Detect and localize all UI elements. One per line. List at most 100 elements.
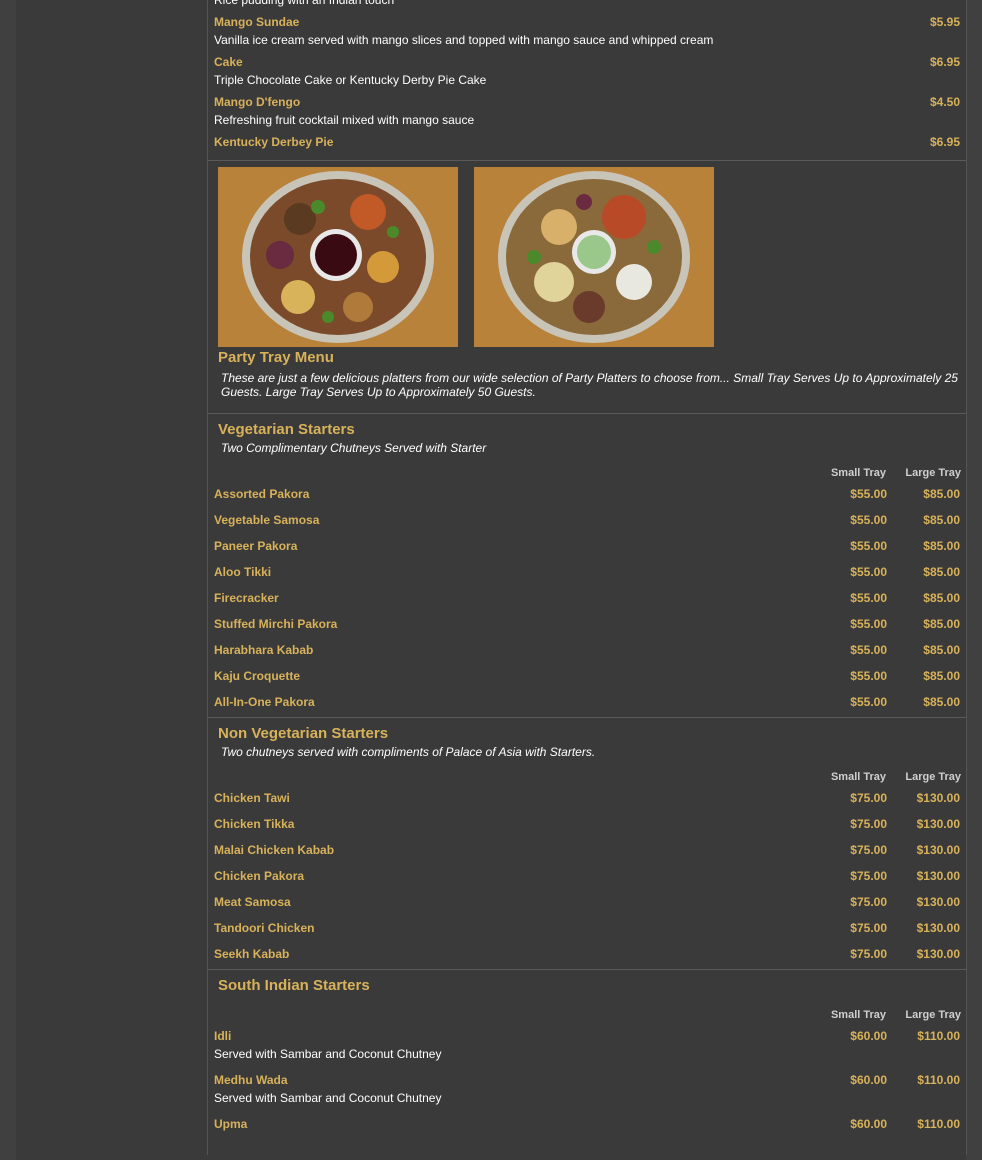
small-price: $55.00 xyxy=(850,565,887,579)
item-name: Assorted Pakora xyxy=(214,487,310,501)
small-price: $75.00 xyxy=(850,921,887,935)
item-name: Aloo Tikki xyxy=(214,565,272,579)
item-name: Chicken Tikka xyxy=(214,817,295,831)
large-price: $130.00 xyxy=(916,869,960,883)
nonveg-section-note: Two chutneys served with compliments of … xyxy=(221,745,596,759)
item-description: Served with Sambar and Coconut Chutney xyxy=(214,1047,442,1061)
menu-item: Kentucky Derbey Pie $6.95 xyxy=(208,132,966,160)
small-price: $55.00 xyxy=(850,513,887,527)
right-edge-strip xyxy=(966,0,982,1160)
large-price: $85.00 xyxy=(923,643,960,657)
party-tray-photo-1[interactable] xyxy=(218,167,458,347)
large-tray-header: Large Tray xyxy=(905,1009,961,1021)
item-name: Paneer Pakora xyxy=(214,539,298,553)
table-row: Assorted Pakora $55.00 $85.00 xyxy=(208,481,966,507)
table-row: Aloo Tikki $55.00 $85.00 xyxy=(208,559,966,585)
large-price: $130.00 xyxy=(916,817,960,831)
item-name: Malai Chicken Kabab xyxy=(214,843,335,857)
party-tray-title: Party Tray Menu xyxy=(218,349,334,366)
large-price: $85.00 xyxy=(923,695,960,709)
item-name: Stuffed Mirchi Pakora xyxy=(214,617,338,631)
item-name: Seekh Kabab xyxy=(214,947,290,961)
table-row: Tandoori Chicken $75.00 $130.00 xyxy=(208,915,966,941)
table-row: Malai Chicken Kabab $75.00 $130.00 xyxy=(208,837,966,863)
small-price: $55.00 xyxy=(850,487,887,501)
small-price: $55.00 xyxy=(850,617,887,631)
item-name: Meat Samosa xyxy=(214,895,291,909)
small-price: $55.00 xyxy=(850,539,887,553)
item-description: Vanilla ice cream served with mango slic… xyxy=(214,33,714,47)
left-sidebar xyxy=(16,0,206,1160)
table-row: Vegetable Samosa $55.00 $85.00 xyxy=(208,507,966,533)
item-name: Mango Sundae xyxy=(214,15,300,29)
large-tray-header: Large Tray xyxy=(905,467,961,479)
item-name: All-In-One Pakora xyxy=(214,695,315,709)
menu-item: Rice pudding with an Indian touch xyxy=(208,0,966,12)
large-price: $110.00 xyxy=(917,1117,960,1131)
item-description: Served with Sambar and Coconut Chutney xyxy=(214,1091,442,1105)
item-name: Chicken Tawi xyxy=(214,791,290,805)
item-name: Cake xyxy=(214,55,243,69)
small-price: $60.00 xyxy=(850,1073,887,1087)
item-name: Medhu Wada xyxy=(214,1073,288,1087)
table-row: Chicken Tawi $75.00 $130.00 xyxy=(208,785,966,811)
table-row: Harabhara Kabab $55.00 $85.00 xyxy=(208,637,966,663)
small-price: $55.00 xyxy=(850,695,887,709)
menu-content: Rice pudding with an Indian touch Mango … xyxy=(207,0,967,1155)
menu-item: Mango Sundae Vanilla ice cream served wi… xyxy=(208,12,966,52)
menu-item: Cake Triple Chocolate Cake or Kentucky D… xyxy=(208,52,966,92)
large-price: $85.00 xyxy=(923,513,960,527)
table-row: Paneer Pakora $55.00 $85.00 xyxy=(208,533,966,559)
large-price: $130.00 xyxy=(916,791,960,805)
veg-section-title: Vegetarian Starters xyxy=(218,421,355,438)
large-price: $130.00 xyxy=(916,947,960,961)
table-row: Stuffed Mirchi Pakora $55.00 $85.00 xyxy=(208,611,966,637)
item-name: Kaju Croquette xyxy=(214,669,301,683)
large-tray-header: Large Tray xyxy=(905,771,961,783)
item-description: Rice pudding with an Indian touch xyxy=(214,0,395,7)
small-price: $75.00 xyxy=(850,791,887,805)
small-tray-header: Small Tray xyxy=(830,771,886,783)
large-price: $130.00 xyxy=(916,921,960,935)
large-price: $130.00 xyxy=(916,843,960,857)
item-name: Mango D'fengo xyxy=(214,95,301,109)
item-price: $6.95 xyxy=(929,55,960,69)
large-price: $130.00 xyxy=(916,895,960,909)
item-price: $5.95 xyxy=(929,15,960,29)
column-headers: Small Tray Large Tray xyxy=(208,467,966,481)
item-name: Vegetable Samosa xyxy=(214,513,320,527)
party-tray-photo-2[interactable] xyxy=(474,167,714,347)
item-name: Harabhara Kabab xyxy=(214,643,314,657)
large-price: $85.00 xyxy=(923,617,960,631)
table-row: Idli Served with Sambar and Coconut Chutn… xyxy=(208,1023,966,1067)
small-price: $55.00 xyxy=(850,591,887,605)
small-price: $75.00 xyxy=(850,817,887,831)
item-name: Firecracker xyxy=(214,591,279,605)
party-tray-note: These are just a few delicious platters … xyxy=(221,371,958,399)
small-price: $75.00 xyxy=(850,947,887,961)
small-price: $75.00 xyxy=(850,869,887,883)
item-name: Kentucky Derbey Pie xyxy=(214,135,334,149)
large-price: $85.00 xyxy=(923,539,960,553)
large-price: $110.00 xyxy=(917,1029,960,1043)
large-price: $85.00 xyxy=(923,591,960,605)
party-tray-photos xyxy=(208,161,966,347)
table-row: Upma $60.00 $110.00 xyxy=(208,1111,966,1155)
veg-items: Assorted Pakora $55.00 $85.00 Vegetable Sa… xyxy=(208,481,966,715)
table-row: Firecracker $55.00 $85.00 xyxy=(208,585,966,611)
table-row: Kaju Croquette $55.00 $85.00 xyxy=(208,663,966,689)
table-row: Chicken Pakora $75.00 $130.00 xyxy=(208,863,966,889)
item-price: $4.50 xyxy=(929,95,960,109)
veg-section-note: Two Complimentary Chutneys Served with S… xyxy=(221,441,487,455)
nonveg-items: Chicken Tawi $75.00 $130.00 Chicken Tikka $… xyxy=(208,785,966,967)
nonveg-section-title: Non Vegetarian Starters xyxy=(218,725,389,742)
small-tray-header: Small Tray xyxy=(830,1009,886,1021)
item-name: Upma xyxy=(214,1117,248,1131)
small-price: $75.00 xyxy=(850,895,887,909)
menu-item: Mango D'fengo Refreshing fruit cocktail … xyxy=(208,92,966,132)
small-price: $60.00 xyxy=(850,1029,887,1043)
large-price: $85.00 xyxy=(923,669,960,683)
table-row: Chicken Tikka $75.00 $130.00 xyxy=(208,811,966,837)
large-price: $110.00 xyxy=(917,1073,960,1087)
column-headers: Small Tray Large Tray xyxy=(208,1009,966,1023)
